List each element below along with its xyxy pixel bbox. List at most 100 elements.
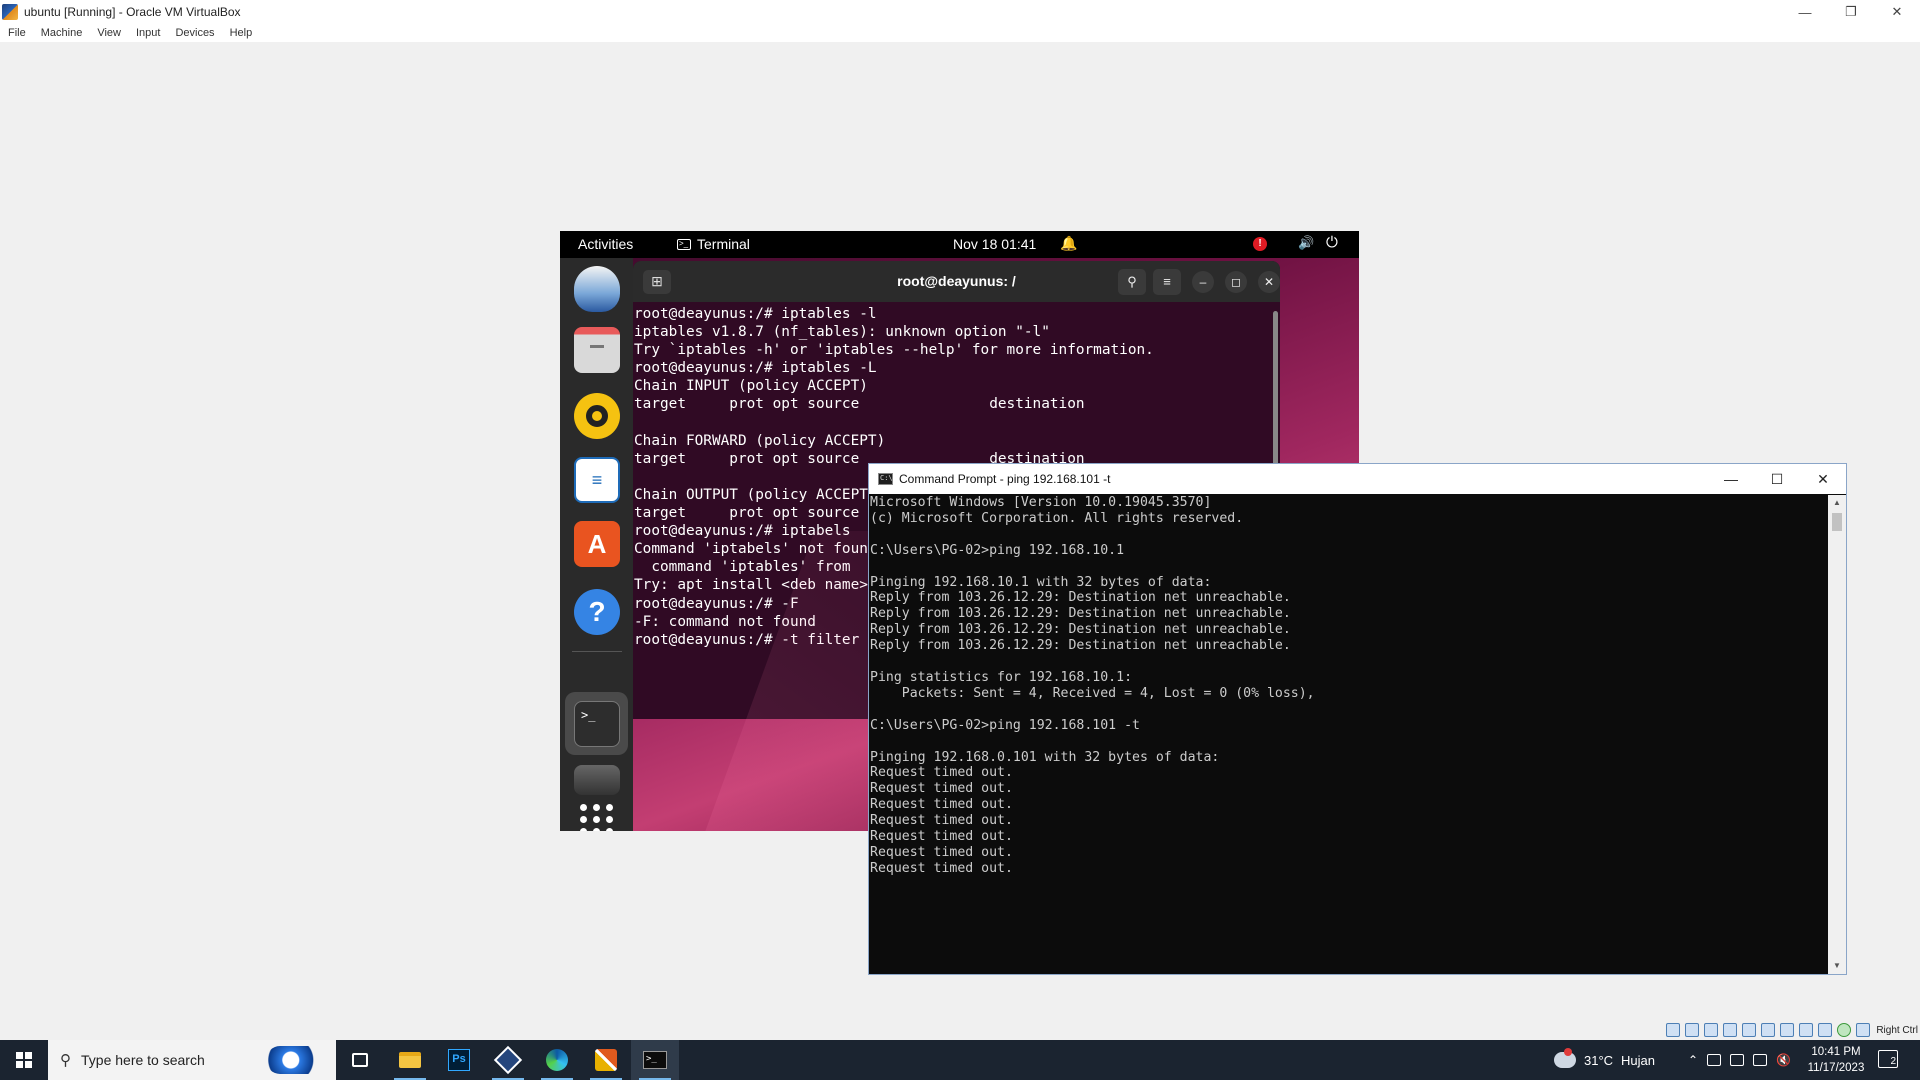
- cpu-icon[interactable]: [1818, 1023, 1833, 1037]
- menu-view[interactable]: View: [97, 27, 121, 39]
- libreoffice-writer-icon[interactable]: ≡: [574, 457, 620, 503]
- start-button[interactable]: [0, 1040, 48, 1080]
- close-button[interactable]: ✕: [1800, 464, 1846, 494]
- recording-icon[interactable]: [1799, 1023, 1814, 1037]
- show-apps-icon[interactable]: [578, 800, 616, 831]
- chevron-up-icon[interactable]: ⌃: [1688, 1053, 1698, 1067]
- clock[interactable]: Nov 18 01:41: [953, 236, 1036, 252]
- alert-badge[interactable]: !: [1253, 237, 1267, 251]
- photoshop-icon: Ps: [448, 1049, 470, 1071]
- host-key-label: Right Ctrl: [1876, 1024, 1918, 1036]
- close-button[interactable]: ✕: [1258, 271, 1280, 293]
- cmd-line: [870, 527, 1827, 543]
- usb-icon[interactable]: [1742, 1023, 1757, 1037]
- file-explorer-button[interactable]: [386, 1040, 434, 1080]
- app-menu-label: Terminal: [697, 236, 750, 252]
- cmd-output[interactable]: Microsoft Windows [Version 10.0.19045.35…: [869, 495, 1827, 974]
- cmd-line: C:\Users\PG-02>ping 192.168.101 -t: [870, 717, 1140, 733]
- optical-drive-icon[interactable]: [1685, 1023, 1700, 1037]
- cmd-line: Packets: Sent = 4, Received = 4, Lost = …: [870, 685, 1315, 701]
- terminal-line: Try `iptables -h' or 'iptables --help' f…: [634, 342, 1154, 359]
- rhythmbox-icon[interactable]: [574, 393, 620, 439]
- menu-machine[interactable]: Machine: [41, 27, 83, 39]
- virtualbox-button[interactable]: [484, 1040, 532, 1080]
- dock-separator: [572, 651, 622, 652]
- cmd-line: [870, 734, 1827, 750]
- notification-center-icon[interactable]: 2: [1878, 1050, 1898, 1068]
- hard-disk-icon[interactable]: [1666, 1023, 1681, 1037]
- cmd-scrollbar[interactable]: ▲ ▼: [1828, 495, 1846, 974]
- mouse-integration-icon[interactable]: [1856, 1023, 1871, 1037]
- menu-input[interactable]: Input: [136, 27, 160, 39]
- minimize-button[interactable]: –: [1192, 271, 1214, 293]
- terminal-icon[interactable]: >_: [574, 701, 620, 747]
- weather-text: Hujan: [1621, 1052, 1656, 1068]
- search-icon[interactable]: ⚲: [1118, 269, 1146, 295]
- disk-icon[interactable]: [574, 765, 620, 795]
- taskbar-search-box[interactable]: ⚲ Type here to search: [48, 1040, 336, 1080]
- volume-muted-icon[interactable]: 🔇: [1776, 1053, 1791, 1067]
- search-highlight-icon[interactable]: [266, 1046, 328, 1074]
- device-icon[interactable]: [1707, 1054, 1722, 1066]
- close-button[interactable]: ✕: [1874, 0, 1920, 24]
- scroll-up-icon[interactable]: ▲: [1828, 495, 1846, 511]
- minimize-button[interactable]: —: [1708, 464, 1754, 494]
- cmd-line: Request timed out.: [870, 829, 1013, 845]
- restore-button[interactable]: ❐: [1828, 0, 1874, 24]
- network-icon[interactable]: [1753, 1054, 1768, 1066]
- menu-devices[interactable]: Devices: [175, 27, 214, 39]
- search-icon: ⚲: [60, 1052, 71, 1069]
- cmd-line: Request timed out.: [870, 765, 1013, 781]
- terminal-line: Chain FORWARD (policy ACCEPT): [634, 432, 886, 449]
- cmd-line: Request timed out.: [870, 860, 1013, 876]
- scroll-thumb[interactable]: [1832, 513, 1842, 531]
- cmd-line: Request timed out.: [870, 797, 1013, 813]
- menu-file[interactable]: File: [8, 27, 26, 39]
- cmd-line: [870, 702, 1827, 718]
- network-icon[interactable]: [1723, 1023, 1738, 1037]
- file-explorer-icon: [399, 1052, 421, 1068]
- virtualbox-icon: [493, 1045, 523, 1075]
- app-menu-terminal[interactable]: >_ Terminal: [677, 236, 750, 252]
- command-prompt-window[interactable]: C:\ Command Prompt - ping 192.168.101 -t…: [868, 463, 1847, 975]
- weather-temp: 31°C: [1584, 1052, 1614, 1068]
- cmd-line: Request timed out.: [870, 781, 1013, 797]
- command-prompt-icon: >_: [643, 1051, 667, 1069]
- clock-date: 11/17/2023: [1807, 1062, 1865, 1074]
- clock-time: 10:41 PM: [1811, 1046, 1861, 1058]
- volume-icon[interactable]: 🔊: [1298, 235, 1314, 251]
- hamburger-menu-icon[interactable]: ≡: [1153, 269, 1181, 295]
- maximize-button[interactable]: ☐: [1754, 464, 1800, 494]
- photoshop-button[interactable]: Ps: [435, 1040, 483, 1080]
- guest-additions-icon[interactable]: [1837, 1023, 1852, 1037]
- taskbar-clock[interactable]: 10:41 PM 11/17/2023: [1804, 1044, 1868, 1076]
- menu-help[interactable]: Help: [230, 27, 253, 39]
- terminal-line: root@deayunus:/# iptables -l: [634, 306, 877, 322]
- audio-icon[interactable]: [1704, 1023, 1719, 1037]
- weather-widget[interactable]: 31°C Hujan: [1554, 1040, 1655, 1080]
- maximize-button[interactable]: ◻: [1225, 271, 1247, 293]
- tools-button[interactable]: [582, 1040, 630, 1080]
- power-icon[interactable]: ⏻: [1326, 234, 1338, 251]
- activities-button[interactable]: Activities: [578, 236, 633, 252]
- display-icon[interactable]: [1780, 1023, 1795, 1037]
- thunderbird-icon[interactable]: [574, 266, 620, 312]
- cmd-line: Pinging 192.168.10.1 with 32 bytes of da…: [870, 574, 1212, 590]
- security-icon[interactable]: [1730, 1054, 1745, 1066]
- files-icon[interactable]: [574, 327, 620, 373]
- command-prompt-button[interactable]: >_: [631, 1040, 679, 1080]
- edge-button[interactable]: [533, 1040, 581, 1080]
- minimize-button[interactable]: —: [1782, 0, 1828, 24]
- terminal-line: root@deayunus:/# iptables -L: [634, 360, 877, 377]
- scroll-down-icon[interactable]: ▼: [1828, 958, 1846, 974]
- help-icon[interactable]: ?: [574, 589, 620, 635]
- notification-bell-icon[interactable]: 🔔: [1060, 235, 1077, 252]
- virtualbox-menubar: File Machine View Input Devices Help: [0, 24, 1920, 42]
- shared-folders-icon[interactable]: [1761, 1023, 1776, 1037]
- task-view-icon: [352, 1053, 368, 1067]
- task-view-button[interactable]: [336, 1040, 384, 1080]
- virtualbox-statusbar: Right Ctrl: [1661, 1019, 1920, 1041]
- app-center-icon[interactable]: A: [574, 521, 620, 567]
- cmd-icon: C:\: [878, 473, 893, 485]
